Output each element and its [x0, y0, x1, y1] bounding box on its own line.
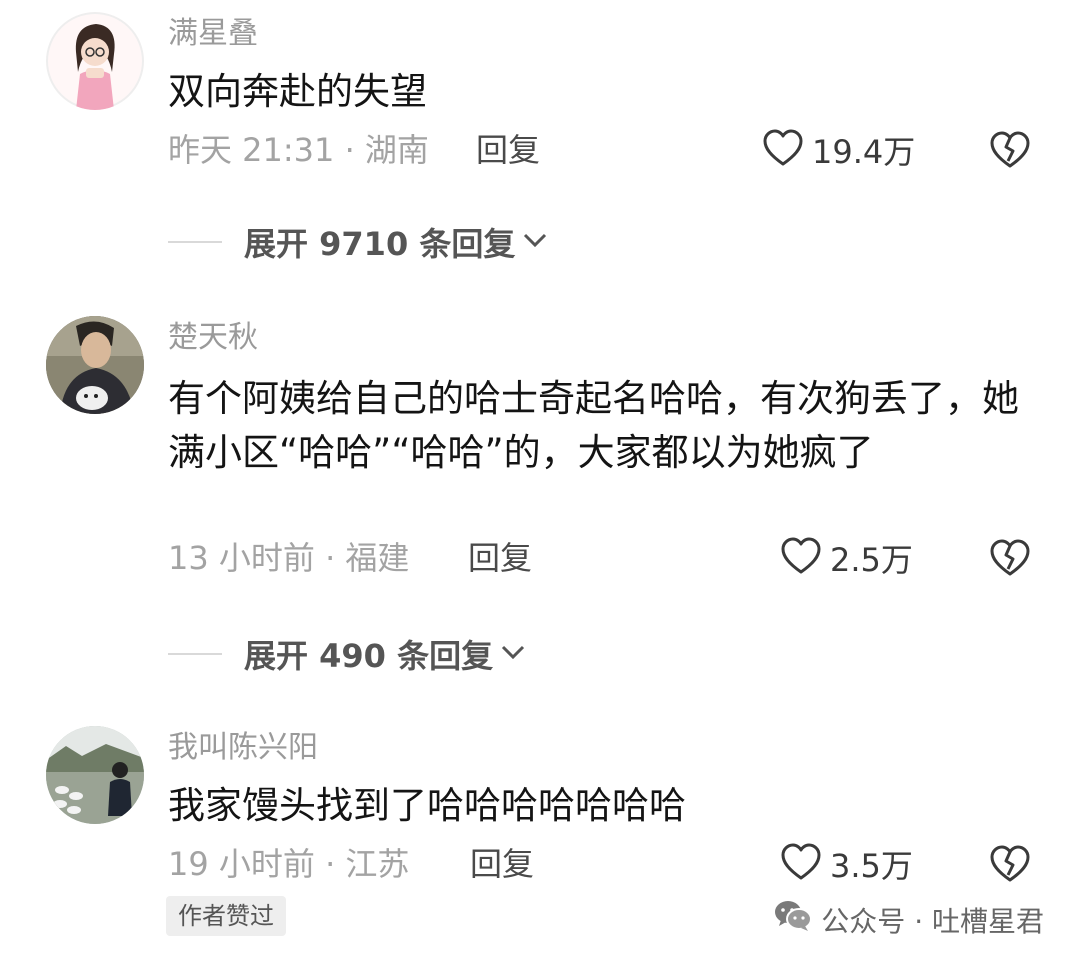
heart-outline-icon: [780, 536, 822, 580]
heart-outline-icon: [780, 842, 822, 886]
like-button[interactable]: 2.5万: [780, 536, 913, 580]
avatar[interactable]: [46, 12, 144, 110]
expand-replies-label: 展开 490 条回复: [244, 637, 494, 675]
author-liked-badge: 作者赞过: [166, 896, 286, 936]
like-count: 19.4万: [812, 133, 916, 171]
comment-meta: 昨天 21:31 · 湖南: [168, 131, 429, 169]
expand-replies-button[interactable]: 展开 490 条回复: [168, 632, 527, 676]
comment-text: 我家馒头找到了哈哈哈哈哈哈哈: [168, 784, 686, 827]
comment-meta: 19 小时前 · 江苏: [168, 845, 410, 883]
reply-button[interactable]: 回复: [470, 844, 534, 884]
comment-text: 有个阿姨给自己的哈士奇起名哈哈，有次狗丢了，她满小区“哈哈”“哈哈”的，大家都以…: [168, 377, 1019, 474]
broken-heart-icon: [988, 845, 1032, 890]
divider-line: [168, 653, 222, 655]
expand-replies-label: 展开 9710 条回复: [244, 225, 516, 263]
avatar[interactable]: [46, 316, 144, 414]
comment-text: 双向奔赴的失望: [168, 70, 427, 113]
reply-button[interactable]: 回复: [468, 538, 532, 578]
username[interactable]: 我叫陈兴阳: [168, 728, 318, 768]
reply-button[interactable]: 回复: [476, 130, 540, 170]
dislike-button[interactable]: [988, 842, 1032, 886]
dislike-button[interactable]: [988, 536, 1032, 580]
divider-line: [168, 241, 222, 243]
username[interactable]: 楚天秋: [168, 318, 258, 358]
like-count: 2.5万: [830, 541, 913, 579]
dislike-button[interactable]: [988, 128, 1032, 172]
watermark: 公众号 · 吐槽星君: [773, 898, 1044, 945]
expand-replies-button[interactable]: 展开 9710 条回复: [168, 220, 549, 264]
like-button[interactable]: 19.4万: [762, 128, 915, 172]
chevron-down-icon: [493, 642, 527, 666]
broken-heart-icon: [988, 131, 1032, 176]
comment-meta: 13 小时前 · 福建: [168, 539, 410, 577]
wechat-icon: [773, 898, 821, 945]
avatar[interactable]: [46, 726, 144, 824]
heart-outline-icon: [762, 128, 804, 172]
chevron-down-icon: [515, 230, 549, 254]
watermark-text: 公众号 · 吐槽星君: [821, 904, 1044, 938]
like-button[interactable]: 3.5万: [780, 842, 913, 886]
username[interactable]: 满星叠: [168, 14, 258, 54]
broken-heart-icon: [988, 539, 1032, 584]
like-count: 3.5万: [830, 847, 913, 885]
